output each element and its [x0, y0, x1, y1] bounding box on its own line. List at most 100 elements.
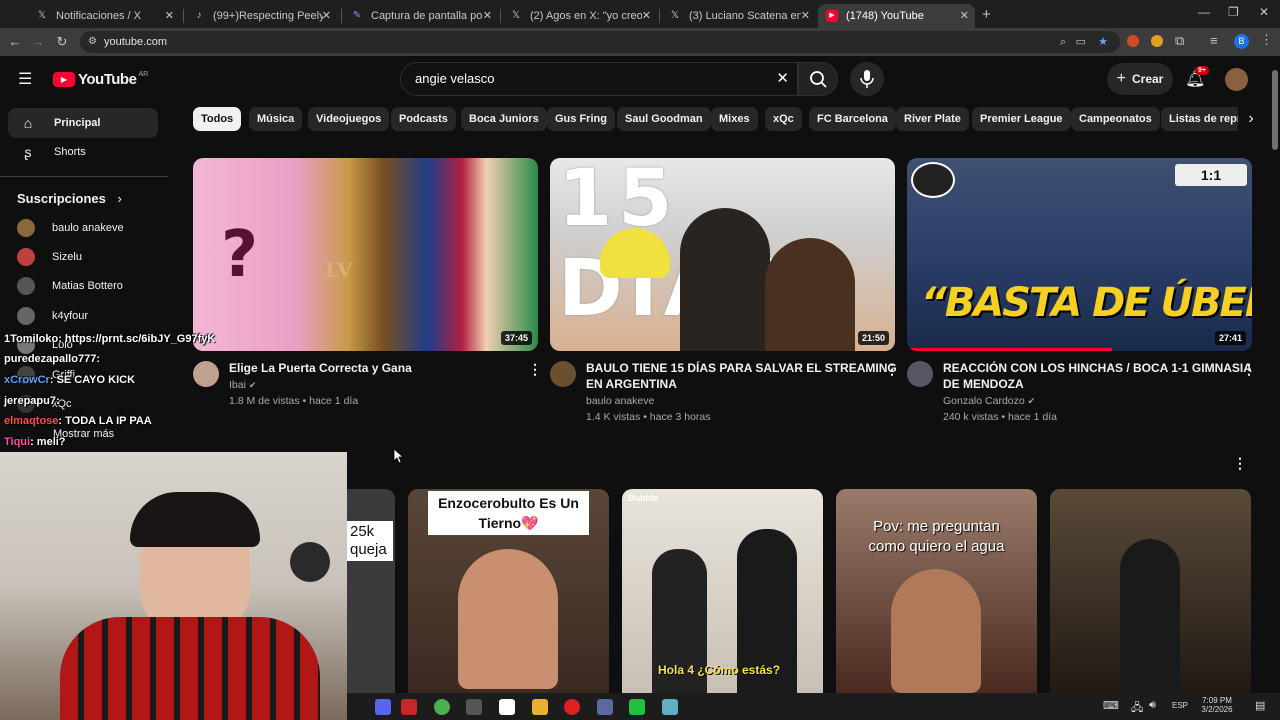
opera-icon[interactable]	[564, 699, 580, 715]
app-icon[interactable]	[597, 699, 613, 715]
chip[interactable]: Mixes	[711, 107, 758, 131]
app-icon[interactable]	[662, 699, 678, 715]
more-options-icon[interactable]: ⋮	[885, 361, 899, 378]
window-close-icon[interactable]: ✕	[1259, 5, 1269, 19]
file-explorer-icon[interactable]	[532, 699, 548, 715]
new-tab-icon[interactable]: +	[982, 6, 991, 23]
chip[interactable]: Podcasts	[391, 107, 456, 131]
minimize-icon[interactable]: —	[1198, 5, 1210, 19]
clear-search-icon[interactable]: ✕	[776, 63, 789, 95]
channel-name[interactable]: Ibai ✔	[229, 377, 256, 393]
close-icon[interactable]: ✕	[642, 9, 651, 22]
clock[interactable]: 7:09 PM 3/2/2026	[1197, 696, 1237, 714]
close-icon[interactable]: ✕	[483, 9, 492, 22]
channel-name[interactable]: baulo anakeve	[586, 393, 654, 409]
channel-avatar[interactable]	[550, 361, 576, 387]
chrome-icon[interactable]	[434, 699, 450, 715]
back-icon[interactable]: ←	[6, 33, 24, 51]
subscription-item[interactable]: k4yfour	[17, 305, 167, 327]
chip[interactable]: River Plate	[896, 107, 969, 131]
account-avatar[interactable]	[1225, 68, 1248, 91]
chip[interactable]: Saul Goodman	[617, 107, 711, 131]
profile-avatar[interactable]: B	[1234, 34, 1249, 49]
browser-tab-youtube[interactable]: ▶ (1748) YouTube ✕	[818, 4, 975, 28]
browser-tab-3[interactable]: ✎ Captura de pantalla por Lightsh ✕	[343, 4, 498, 28]
close-icon[interactable]: ✕	[165, 9, 174, 22]
short-thumbnail[interactable]: Bubble Hola 4 ¿Cómo estás?	[622, 489, 823, 693]
short-thumbnail[interactable]: 25k queja	[347, 489, 395, 693]
page-scrollbar[interactable]	[1270, 56, 1280, 693]
close-icon[interactable]: ✕	[960, 9, 969, 22]
menu-icon[interactable]: ☰	[18, 69, 32, 89]
keyboard-icon[interactable]: ⌨	[1103, 699, 1119, 712]
video-title[interactable]: BAULO TIENE 15 DÍAS PARA SALVAR EL STREA…	[586, 360, 897, 392]
cast-icon[interactable]: ▭	[1076, 31, 1086, 53]
search-input[interactable]: angie velasco ✕	[400, 62, 798, 96]
extensions-puzzle-icon[interactable]: ⧉	[1175, 33, 1184, 49]
close-icon[interactable]: ✕	[322, 9, 331, 22]
chip[interactable]: xQc	[765, 107, 802, 131]
x-icon: 𝕏	[511, 10, 521, 21]
more-options-icon[interactable]: ⋮	[1242, 361, 1256, 378]
close-icon[interactable]: ✕	[801, 9, 810, 22]
browser-tab-4[interactable]: 𝕏 (2) Agos en X: "yo creo q coscu ✕	[502, 4, 657, 28]
browser-tab-1[interactable]: 𝕏 Notificaciones / X ✕	[28, 4, 180, 28]
browser-menu-icon[interactable]: ⋮	[1260, 32, 1273, 48]
youtube-logo[interactable]: ▶ YouTube AR	[53, 71, 148, 88]
video-thumbnail[interactable]: ? LV 37:45	[193, 158, 538, 351]
search-button[interactable]	[798, 62, 838, 96]
app-icon[interactable]	[499, 699, 515, 715]
voice-search-button[interactable]	[850, 62, 884, 96]
bookmark-star-icon[interactable]: ★	[1098, 31, 1108, 53]
kick-icon[interactable]	[629, 699, 645, 715]
short-thumbnail[interactable]: Pov: me preguntan como quiero el agua	[836, 489, 1037, 693]
discord-icon[interactable]	[375, 699, 391, 715]
site-info-icon[interactable]: ⚙	[88, 31, 97, 53]
video-title[interactable]: REACCIÓN CON LOS HINCHAS / BOCA 1-1 GIMN…	[943, 360, 1252, 392]
restore-icon[interactable]: ❐	[1228, 5, 1239, 19]
scrollbar-thumb[interactable]	[1272, 70, 1278, 150]
url-field[interactable]: ⚙ youtube.com ⌕ ▭ ★	[80, 31, 1120, 53]
network-icon[interactable]: 🖧︎	[1131, 699, 1143, 718]
channel-name[interactable]: Gonzalo Cardozo ✔	[943, 393, 1035, 409]
sidebar-item-principal[interactable]: ⌂ Principal	[8, 108, 158, 138]
chip[interactable]: Videojuegos	[308, 107, 390, 131]
subscription-item[interactable]: Matias Bottero	[17, 275, 167, 297]
channel-avatar[interactable]	[907, 361, 933, 387]
chip[interactable]: Música	[249, 107, 303, 131]
extension-icon[interactable]	[1127, 35, 1139, 47]
chip[interactable]: Listas de repro	[1161, 107, 1243, 131]
voicemeeter-icon[interactable]	[401, 699, 417, 715]
reload-icon[interactable]: ↻	[53, 33, 71, 51]
video-title[interactable]: Elige La Puerta Correcta y Gana	[229, 360, 514, 376]
create-button[interactable]: + Crear	[1107, 63, 1173, 95]
sidebar-item-shorts[interactable]: ʂ Shorts	[8, 137, 158, 167]
extension-icon[interactable]	[1151, 35, 1163, 47]
tab-search-icon[interactable]: ≡	[1210, 33, 1218, 48]
chip[interactable]: FC Barcelona	[809, 107, 896, 131]
chips-next-icon[interactable]: ›	[1238, 106, 1264, 132]
notifications-center-icon[interactable]: ▤	[1255, 699, 1265, 712]
chip[interactable]: Gus Fring	[547, 107, 615, 131]
video-thumbnail[interactable]: 1:1 “BASTA DE ÚBEDA” 27:41	[907, 158, 1252, 351]
subscription-item[interactable]: Sizelu	[17, 246, 167, 268]
chip[interactable]: Premier League	[972, 107, 1071, 131]
volume-icon[interactable]: 🔊︎	[1149, 699, 1156, 712]
browser-tab-5[interactable]: 𝕏 (3) Luciano Scatena en X: "MOR ✕	[661, 4, 816, 28]
more-options-icon[interactable]: ⋮	[528, 361, 542, 378]
chip-todos[interactable]: Todos	[193, 107, 242, 131]
channel-avatar[interactable]	[193, 361, 219, 387]
short-thumbnail[interactable]	[1050, 489, 1251, 693]
video-thumbnail[interactable]: 15 DIAS 21:50	[550, 158, 895, 351]
subscription-item[interactable]: baulo anakeve	[17, 217, 167, 239]
short-thumbnail[interactable]: Enzocerobulto Es Un Tierno💖	[408, 489, 609, 693]
chip[interactable]: Campeonatos	[1071, 107, 1160, 131]
zoom-icon[interactable]: ⌕	[1060, 31, 1066, 53]
obs-icon[interactable]	[466, 699, 482, 715]
browser-tab-2[interactable]: ♪ (99+)Respecting Peely Players ✕	[185, 4, 337, 28]
forward-icon[interactable]: →	[29, 33, 47, 51]
shorts-more-options-icon[interactable]: ⋮	[1233, 455, 1247, 472]
chip[interactable]: Boca Juniors	[461, 107, 547, 131]
language-indicator[interactable]: ESP	[1172, 701, 1188, 710]
subscriptions-heading[interactable]: Suscripciones ›	[17, 191, 122, 206]
